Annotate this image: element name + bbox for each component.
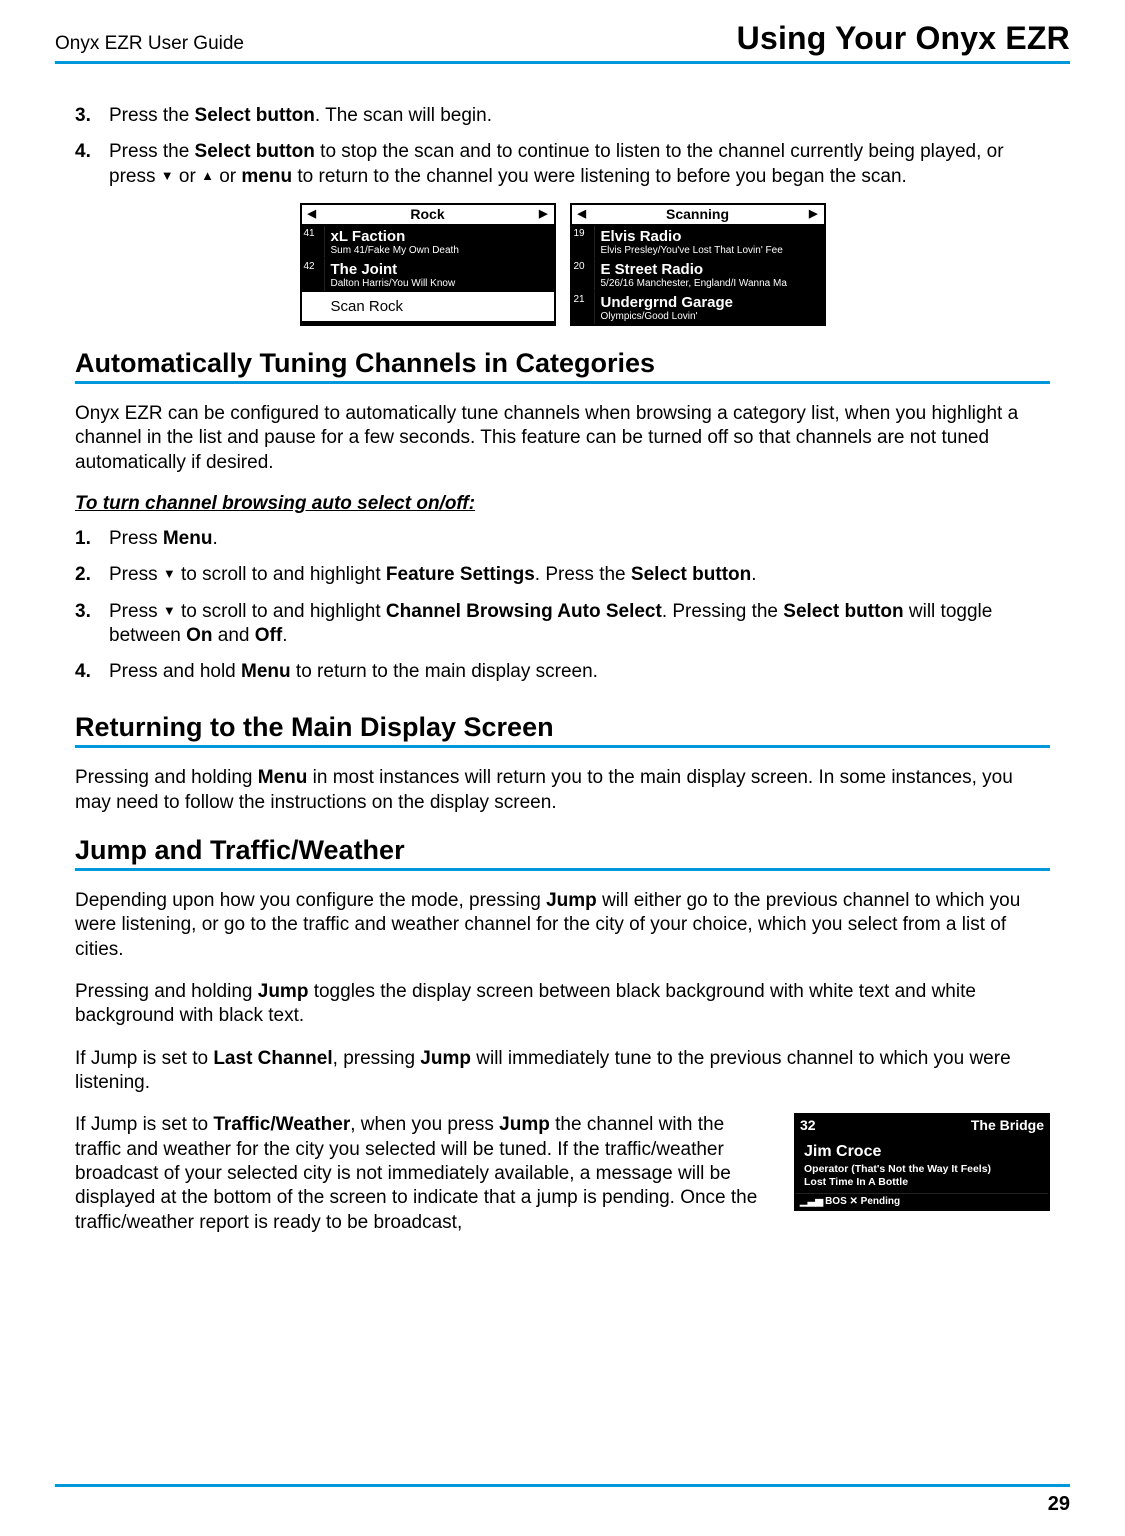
screen-header: ◀ Rock ▶ — [302, 205, 554, 226]
jump-p3: If Jump is set to Last Channel, pressing… — [75, 1047, 1050, 1096]
screen-header: ◀ Scanning ▶ — [572, 205, 824, 226]
right-arrow-icon: ▶ — [539, 207, 547, 220]
left-arrow-icon: ◀ — [578, 207, 586, 220]
down-triangle-icon: ▼ — [161, 168, 174, 185]
now-playing-artist: Jim Croce — [804, 1143, 1040, 1161]
auto-tune-subhead: To turn channel browsing auto select on/… — [75, 493, 1050, 515]
section-returning: Returning to the Main Display Screen — [75, 712, 1050, 743]
step-1: 1. Press Menu. — [75, 527, 1050, 551]
step-number: 4. — [75, 140, 91, 164]
now-playing-next: Lost Time In A Bottle — [804, 1176, 1040, 1188]
step-list-auto: 1. Press Menu. 2. Press ▼ to scroll to a… — [75, 527, 1050, 685]
section-jump: Jump and Traffic/Weather — [75, 835, 1050, 866]
device-screen-jump: 32 The Bridge Jim Croce Operator (That's… — [794, 1113, 1050, 1211]
step-number: 3. — [75, 600, 91, 624]
chapter-title: Using Your Onyx EZR — [737, 20, 1070, 57]
auto-tune-paragraph: Onyx EZR can be configured to automatica… — [75, 402, 1050, 475]
now-playing-title: Operator (That's Not the Way It Feels) — [804, 1163, 1040, 1175]
channel-row: 19 Elvis Radio Elvis Presley/You've Lost… — [572, 226, 824, 259]
page-number: 29 — [55, 1493, 1070, 1516]
up-triangle-icon: ▲ — [201, 168, 214, 185]
step-2: 2. Press ▼ to scroll to and highlight Fe… — [75, 563, 1050, 587]
screen-header: 32 The Bridge — [796, 1115, 1048, 1135]
step-3: 3. Press ▼ to scroll to and highlight Ch… — [75, 600, 1050, 649]
down-triangle-icon: ▼ — [163, 603, 176, 620]
scan-row: Scan Rock — [302, 292, 554, 321]
step-3: 3. Press the Select button. The scan wil… — [75, 104, 1050, 128]
section-auto-tune: Automatically Tuning Channels in Categor… — [75, 348, 1050, 379]
returning-paragraph: Pressing and holding Menu in most instan… — [75, 766, 1050, 815]
jump-p2: Pressing and holding Jump toggles the di… — [75, 980, 1050, 1029]
step-number: 2. — [75, 563, 91, 587]
header-rule — [55, 61, 1070, 64]
channel-row: 21 Undergrnd Garage Olympics/Good Lovin' — [572, 292, 824, 324]
device-screen-scanning: ◀ Scanning ▶ 19 Elvis Radio Elvis Presle… — [570, 203, 826, 326]
screenshots-row: ◀ Rock ▶ 41 xL Faction Sum 41/Fake My Ow… — [75, 203, 1050, 326]
left-arrow-icon: ◀ — [308, 207, 316, 220]
step-list-scan: 3. Press the Select button. The scan wil… — [75, 104, 1050, 189]
page-footer: 29 — [55, 1484, 1070, 1516]
step-number: 4. — [75, 660, 91, 684]
screen-footer: ▁▃▅BOS ✕ Pending — [796, 1193, 1048, 1209]
section-rule — [75, 381, 1050, 384]
guide-title: Onyx EZR User Guide — [55, 33, 244, 55]
step-4: 4. Press and hold Menu to return to the … — [75, 660, 1050, 684]
jump-p1: Depending upon how you configure the mod… — [75, 889, 1050, 962]
jump-wrap: 32 The Bridge Jim Croce Operator (That's… — [75, 1113, 1050, 1235]
step-4: 4. Press the Select button to stop the s… — [75, 140, 1050, 189]
step-number: 3. — [75, 104, 91, 128]
step-number: 1. — [75, 527, 91, 551]
section-rule — [75, 745, 1050, 748]
channel-row: 42 The Joint Dalton Harris/You Will Know — [302, 259, 554, 292]
footer-rule — [55, 1484, 1070, 1487]
channel-row: 41 xL Faction Sum 41/Fake My Own Death — [302, 226, 554, 259]
down-triangle-icon: ▼ — [163, 566, 176, 583]
right-arrow-icon: ▶ — [809, 207, 817, 220]
page-header: Onyx EZR User Guide Using Your Onyx EZR — [55, 20, 1070, 57]
signal-icon: ▁▃▅ — [800, 1196, 823, 1207]
channel-row: 20 E Street Radio 5/26/16 Manchester, En… — [572, 259, 824, 292]
section-rule — [75, 868, 1050, 871]
device-screen-rock: ◀ Rock ▶ 41 xL Faction Sum 41/Fake My Ow… — [300, 203, 556, 326]
